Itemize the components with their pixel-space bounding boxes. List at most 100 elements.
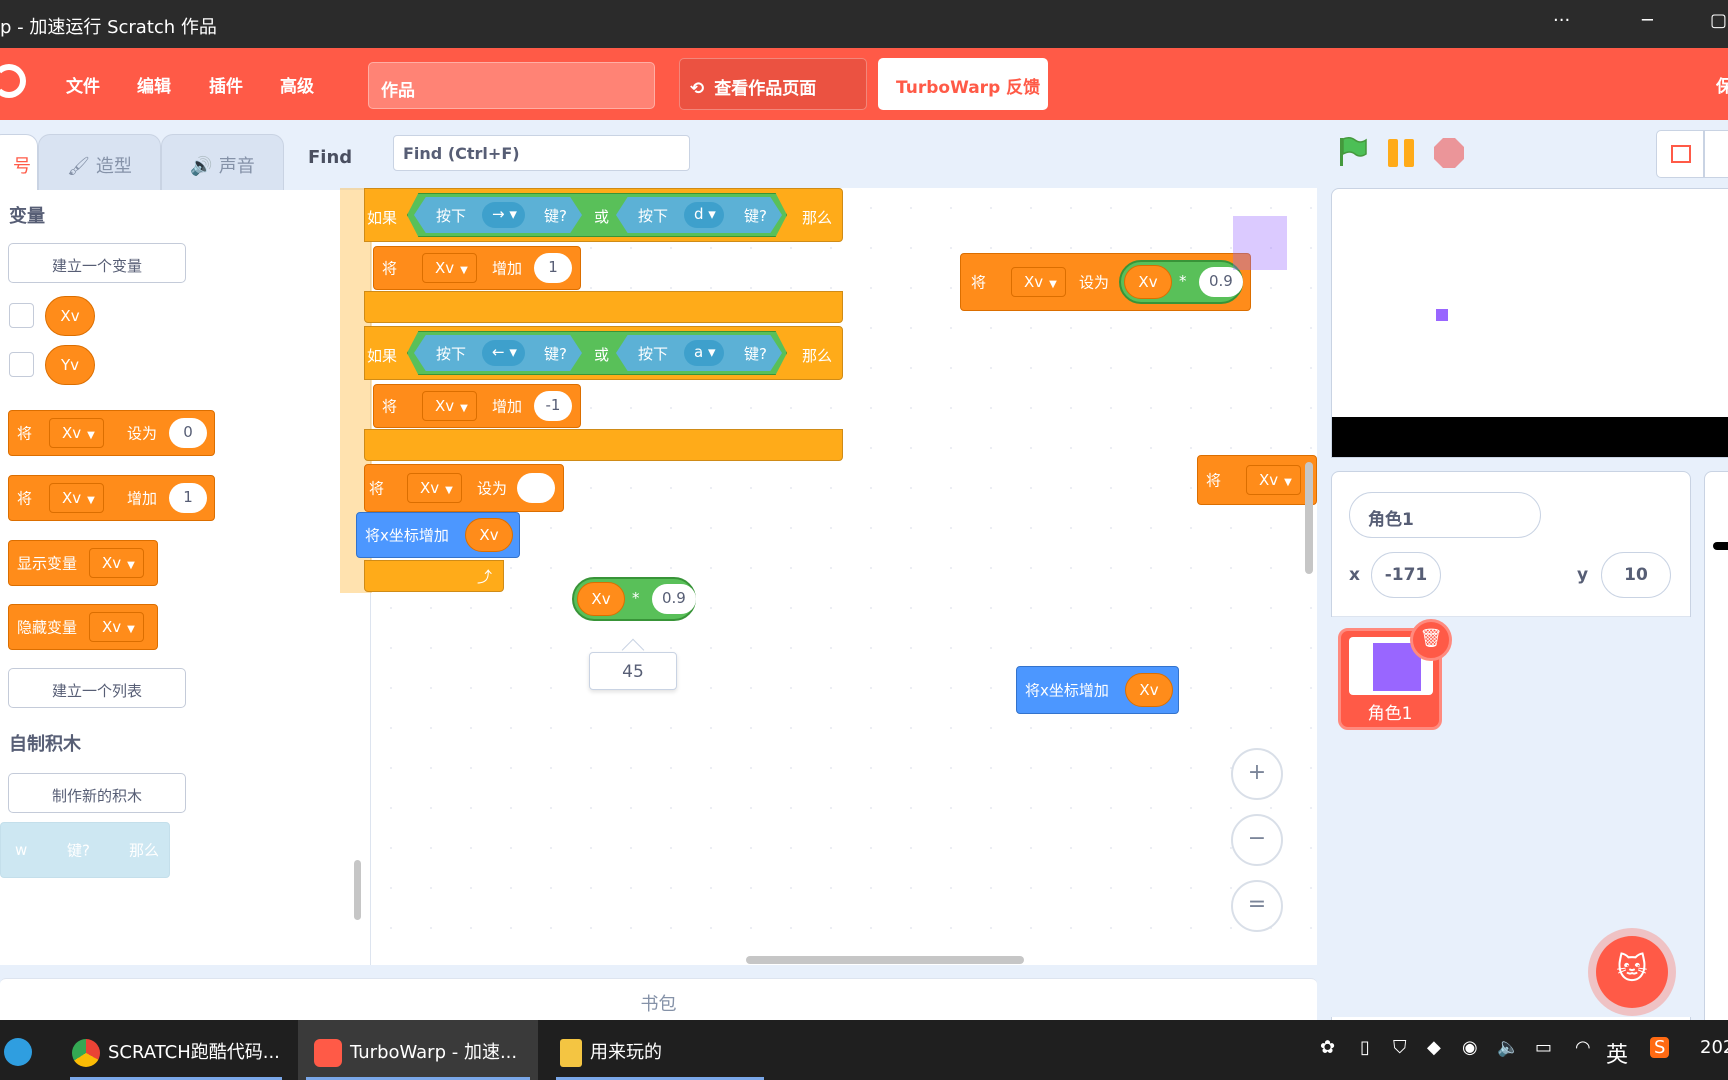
- stage-canvas[interactable]: [1331, 188, 1728, 458]
- taskbar-app-icon[interactable]: [0, 1020, 40, 1080]
- change-value-input[interactable]: 1: [169, 483, 207, 513]
- or-operator-right[interactable]: 按下 → ▾ 键? 或 按下 d ▾ 键?: [407, 193, 787, 237]
- change-x-by-block-2[interactable]: 将x坐标增加 Xv: [1016, 666, 1179, 714]
- turbowarp-logo-icon[interactable]: [0, 64, 26, 98]
- tray-shield-icon[interactable]: ⛉: [1393, 1037, 1407, 1058]
- delete-sprite-icon[interactable]: 🗑: [1410, 619, 1452, 661]
- palette-change-variable-block[interactable]: 将 Xv ▼ 增加 1: [8, 475, 215, 521]
- change-value-input[interactable]: -1: [534, 391, 572, 421]
- menu-addons[interactable]: 插件: [209, 72, 243, 97]
- set-xv-multiply-block[interactable]: 将 Xv ▼ 设为 Xv * 0.9: [960, 253, 1251, 311]
- zoom-in-button[interactable]: +: [1231, 748, 1283, 800]
- menu-edit[interactable]: 编辑: [137, 72, 171, 97]
- key-dropdown-a[interactable]: a ▾: [684, 340, 724, 366]
- variable-dropdown[interactable]: Xv ▼: [49, 483, 104, 513]
- if-block-left[interactable]: 如果 按下 ← ▾ 键? 或 按下 a ▾ 键? 那么: [364, 326, 843, 380]
- x-input[interactable]: -171: [1371, 552, 1441, 598]
- factor-input[interactable]: 0.9: [1199, 267, 1243, 297]
- green-flag-icon[interactable]: [1338, 136, 1368, 168]
- see-project-page-button[interactable]: ⟲ 查看作品页面: [679, 58, 867, 110]
- project-title-input[interactable]: 作品: [368, 62, 655, 109]
- var-yv-reporter[interactable]: Yv: [45, 345, 95, 385]
- multiply-operator[interactable]: Xv * 0.9: [572, 577, 696, 621]
- large-stage-button[interactable]: [1704, 130, 1728, 178]
- workspace-horizontal-scrollbar[interactable]: [746, 956, 1024, 964]
- xv-reporter[interactable]: Xv: [1124, 265, 1172, 299]
- clock-partial[interactable]: 202: [1700, 1037, 1728, 1058]
- key-pressed-right[interactable]: 按下 → ▾ 键?: [414, 197, 582, 233]
- y-input[interactable]: 10: [1601, 552, 1671, 598]
- var-yv-checkbox[interactable]: [9, 352, 34, 377]
- small-stage-button[interactable]: [1656, 130, 1704, 178]
- pause-button[interactable]: [1386, 139, 1416, 167]
- key-dropdown-d[interactable]: d ▾: [684, 202, 724, 228]
- xv-reporter[interactable]: Xv: [465, 518, 513, 552]
- taskbar-item-turbowarp[interactable]: TurboWarp - 加速...: [298, 1020, 538, 1080]
- sogou-ime-icon[interactable]: S: [1650, 1037, 1670, 1058]
- key-pressed-left[interactable]: 按下 ← ▾ 键?: [414, 335, 582, 371]
- tab-code[interactable]: 号: [0, 134, 38, 190]
- feedback-button[interactable]: TurboWarp 反馈: [878, 58, 1048, 110]
- set-value-input[interactable]: 0: [169, 418, 207, 448]
- sprite-on-stage[interactable]: [1436, 309, 1448, 321]
- stop-icon[interactable]: [1434, 138, 1464, 168]
- var-xv-reporter[interactable]: Xv: [45, 296, 95, 336]
- backpack-panel[interactable]: 书包: [0, 978, 1317, 1020]
- key-dropdown-left[interactable]: ← ▾: [482, 340, 525, 366]
- variable-dropdown[interactable]: Xv ▼: [407, 473, 462, 503]
- variable-dropdown[interactable]: Xv ▼: [89, 612, 144, 642]
- battery-icon[interactable]: ▭: [1535, 1037, 1552, 1058]
- taskbar-item-chrome[interactable]: SCRATCH跑酷代码...: [62, 1020, 290, 1080]
- make-variable-button[interactable]: 建立一个变量: [8, 243, 186, 283]
- taskbar-item-folder[interactable]: 用来玩的: [548, 1020, 772, 1080]
- set-xv-block[interactable]: 将 Xv ▼ 设为: [364, 464, 564, 512]
- set-value-empty-input[interactable]: [517, 473, 555, 503]
- ime-indicator[interactable]: 英: [1606, 1037, 1628, 1069]
- palette-show-variable-block[interactable]: 显示变量 Xv ▼: [8, 540, 158, 586]
- zoom-out-button[interactable]: −: [1231, 814, 1283, 866]
- variable-dropdown[interactable]: Xv ▼: [49, 418, 104, 448]
- tab-costumes[interactable]: 🖌 造型: [38, 134, 161, 190]
- palette-set-variable-block[interactable]: 将 Xv ▼ 设为 0: [8, 410, 215, 456]
- variable-dropdown[interactable]: Xv ▼: [422, 391, 477, 421]
- variable-dropdown[interactable]: Xv ▼: [422, 253, 477, 283]
- var-xv-checkbox[interactable]: [9, 303, 34, 328]
- find-input[interactable]: Find (Ctrl+F): [393, 135, 690, 171]
- save-menu-partial[interactable]: 保: [1716, 72, 1728, 97]
- variable-dropdown[interactable]: Xv ▼: [89, 548, 144, 578]
- set-xv-partial-block[interactable]: 将 Xv ▼: [1197, 455, 1317, 505]
- factor-input[interactable]: 0.9: [652, 584, 696, 614]
- multiply-operator[interactable]: Xv * 0.9: [1119, 260, 1243, 304]
- tab-sounds[interactable]: 🔊 声音: [161, 134, 284, 190]
- xv-reporter[interactable]: Xv: [1125, 673, 1173, 707]
- sprite-name-input[interactable]: 角色1: [1349, 492, 1541, 538]
- palette-hide-variable-block[interactable]: 隐藏变量 Xv ▼: [8, 604, 158, 650]
- change-value-input[interactable]: 1: [534, 253, 572, 283]
- more-options-icon[interactable]: ···: [1553, 10, 1570, 31]
- key-pressed-d[interactable]: 按下 d ▾ 键?: [616, 197, 782, 233]
- make-list-button[interactable]: 建立一个列表: [8, 668, 186, 708]
- tray-browser-icon[interactable]: ◉: [1462, 1037, 1478, 1058]
- key-pressed-a[interactable]: 按下 a ▾ 键?: [616, 335, 782, 371]
- zoom-reset-button[interactable]: =: [1231, 880, 1283, 932]
- variable-dropdown[interactable]: Xv ▼: [1011, 267, 1066, 297]
- or-operator-left[interactable]: 按下 ← ▾ 键? 或 按下 a ▾ 键?: [407, 331, 787, 375]
- palette-scrollbar[interactable]: [354, 860, 361, 920]
- make-block-button[interactable]: 制作新的积木: [8, 773, 186, 813]
- maximize-button[interactable]: ▢: [1710, 10, 1727, 31]
- if-block-right[interactable]: 如果 按下 → ▾ 键? 或 按下 d ▾ 键? 那么: [364, 188, 843, 242]
- xv-reporter[interactable]: Xv: [577, 582, 625, 616]
- key-dropdown-right[interactable]: → ▾: [482, 202, 525, 228]
- workspace-vertical-scrollbar[interactable]: [1305, 462, 1313, 574]
- change-xv-by-1-block[interactable]: 将 Xv ▼ 增加 1: [373, 246, 581, 290]
- tray-phone-icon[interactable]: ▯: [1360, 1037, 1370, 1058]
- menu-file[interactable]: 文件: [66, 72, 100, 97]
- variable-dropdown[interactable]: Xv ▼: [1246, 465, 1301, 495]
- tray-app-icon[interactable]: ◆: [1427, 1037, 1441, 1058]
- add-sprite-cat-icon[interactable]: 🐱: [1596, 936, 1668, 1008]
- menu-advanced[interactable]: 高级: [280, 72, 314, 97]
- volume-icon[interactable]: 🔈: [1497, 1037, 1519, 1058]
- wifi-icon[interactable]: ◠: [1575, 1037, 1591, 1058]
- tray-flower-icon[interactable]: ✿: [1320, 1037, 1335, 1058]
- change-xv-by-neg1-block[interactable]: 将 Xv ▼ 增加 -1: [373, 384, 581, 428]
